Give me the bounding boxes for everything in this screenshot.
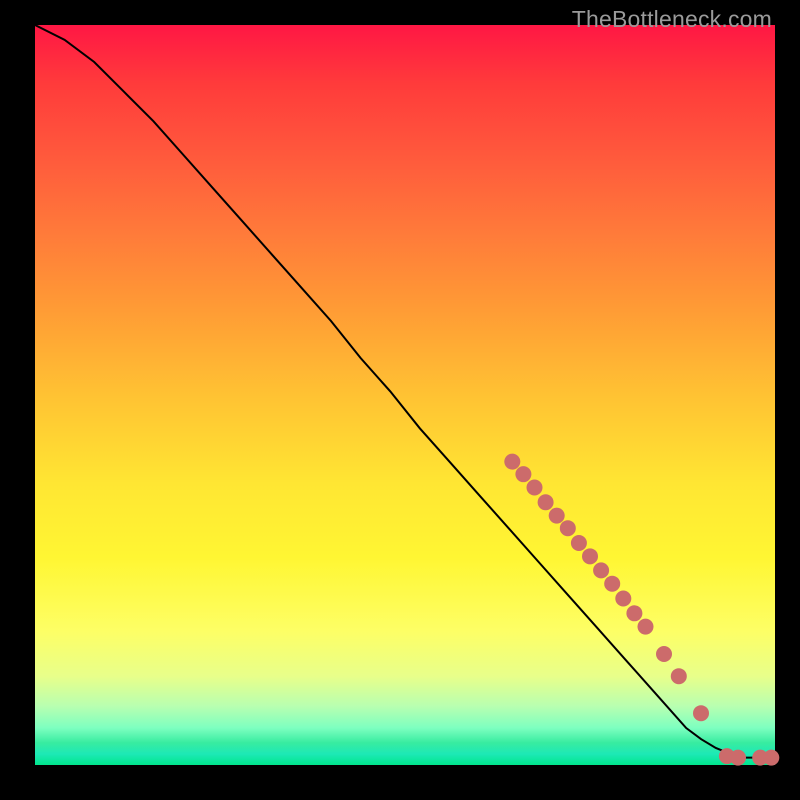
data-dot [615, 591, 631, 607]
data-dot [582, 548, 598, 564]
data-dot [571, 535, 587, 551]
data-dot [671, 668, 687, 684]
data-dot [763, 750, 779, 766]
data-dot [604, 576, 620, 592]
data-dot [656, 646, 672, 662]
data-dot [560, 520, 576, 536]
data-dot [638, 619, 654, 635]
data-dot [538, 494, 554, 510]
data-dot [527, 480, 543, 496]
chart-stage: TheBottleneck.com [0, 0, 800, 800]
data-dot [626, 605, 642, 621]
data-dot [549, 508, 565, 524]
data-dot [515, 466, 531, 482]
data-dot [693, 705, 709, 721]
chart-svg [35, 25, 775, 765]
data-dots-group [504, 454, 779, 766]
data-dot [593, 562, 609, 578]
data-dot [730, 750, 746, 766]
data-dot [504, 454, 520, 470]
